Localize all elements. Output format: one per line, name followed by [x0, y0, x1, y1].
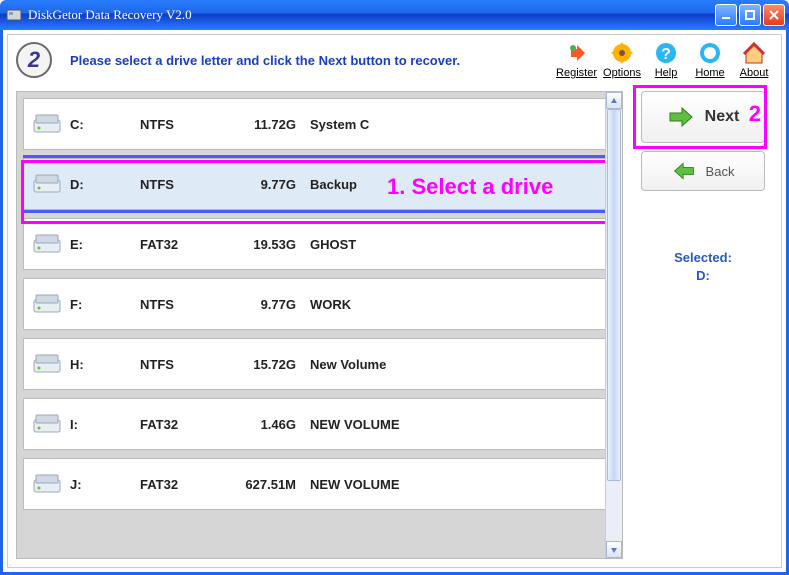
header-row: 2 Please select a drive letter and click…	[16, 41, 773, 79]
drive-row-h[interactable]: H:NTFS15.72GNew Volume	[23, 338, 606, 390]
help-icon: ?	[654, 41, 678, 65]
step-number: 2	[28, 47, 40, 73]
arrow-left-icon	[672, 159, 696, 183]
instruction-text: Please select a drive letter and click t…	[70, 53, 460, 68]
toolbar-home[interactable]: Home	[691, 41, 729, 79]
drive-letter: F:	[70, 297, 140, 312]
toolbar-help[interactable]: ? Help	[647, 41, 685, 79]
close-button[interactable]	[763, 4, 785, 26]
drive-icon	[30, 233, 64, 255]
maximize-button[interactable]	[739, 4, 761, 26]
drive-letter: E:	[70, 237, 140, 252]
drive-row-i[interactable]: I:FAT321.46GNEW VOLUME	[23, 398, 606, 450]
toolbar-register[interactable]: Register	[556, 41, 597, 79]
selected-info: Selected: D:	[674, 249, 732, 285]
toolbar: Register Options? Help Home About	[556, 41, 773, 79]
app-icon	[6, 7, 22, 23]
about-icon	[742, 41, 766, 65]
toolbar-label: Options	[603, 67, 641, 79]
scroll-down-button[interactable]	[606, 541, 622, 558]
toolbar-options[interactable]: Options	[603, 41, 641, 79]
home-icon	[698, 41, 722, 65]
drive-letter: J:	[70, 477, 140, 492]
drive-size: 627.51M	[230, 477, 310, 492]
drive-label: GHOST	[310, 237, 420, 252]
titlebar: DiskGetor Data Recovery V2.0	[0, 0, 789, 30]
drive-icon	[30, 173, 64, 195]
toolbar-label: About	[740, 67, 769, 79]
register-icon	[565, 41, 589, 65]
drive-icon	[30, 113, 64, 135]
drive-row-e[interactable]: E:FAT3219.53GGHOST	[23, 218, 606, 270]
drive-letter: H:	[70, 357, 140, 372]
drive-size: 9.77G	[230, 297, 310, 312]
minimize-button[interactable]	[715, 4, 737, 26]
scrollbar[interactable]	[605, 92, 622, 558]
toolbar-about[interactable]: About	[735, 41, 773, 79]
toolbar-label: Home	[695, 67, 724, 79]
back-button-label: Back	[706, 164, 735, 179]
drive-fs: FAT32	[140, 417, 230, 432]
drive-label: NEW VOLUME	[310, 477, 420, 492]
drive-row-j[interactable]: J:FAT32627.51MNEW VOLUME	[23, 458, 606, 510]
drive-size: 9.77G	[230, 177, 310, 192]
scroll-up-button[interactable]	[606, 92, 622, 109]
drive-letter: C:	[70, 117, 140, 132]
drive-label: WORK	[310, 297, 420, 312]
drive-row-c[interactable]: C:NTFS11.72GSystem C	[23, 98, 606, 150]
drive-fs: NTFS	[140, 117, 230, 132]
step-number-icon: 2	[16, 42, 52, 78]
drive-label: System C	[310, 117, 420, 132]
drive-icon	[30, 413, 64, 435]
drive-icon	[30, 353, 64, 375]
drive-row-f[interactable]: F:NTFS9.77GWORK	[23, 278, 606, 330]
drive-list: C:NTFS11.72GSystem CD:NTFS9.77GBackupE:F…	[23, 98, 620, 552]
drive-size: 11.72G	[230, 117, 310, 132]
drive-letter: D:	[70, 177, 140, 192]
drive-label: Backup	[310, 177, 420, 192]
svg-text:?: ?	[661, 46, 671, 63]
toolbar-label: Help	[655, 67, 678, 79]
drive-label: NEW VOLUME	[310, 417, 420, 432]
drive-size: 1.46G	[230, 417, 310, 432]
next-button-label: Next	[705, 108, 740, 126]
scroll-track[interactable]	[606, 109, 622, 541]
drive-letter: I:	[70, 417, 140, 432]
selected-value: D:	[696, 268, 710, 283]
selected-heading: Selected:	[674, 250, 732, 265]
drive-label: New Volume	[310, 357, 420, 372]
drive-fs: NTFS	[140, 297, 230, 312]
drive-fs: NTFS	[140, 357, 230, 372]
drive-pane: C:NTFS11.72GSystem CD:NTFS9.77GBackupE:F…	[16, 91, 623, 559]
drive-fs: FAT32	[140, 477, 230, 492]
options-icon	[610, 41, 634, 65]
drive-icon	[30, 473, 64, 495]
scroll-thumb[interactable]	[607, 109, 621, 481]
drive-fs: NTFS	[140, 177, 230, 192]
drive-size: 15.72G	[230, 357, 310, 372]
drive-size: 19.53G	[230, 237, 310, 252]
drive-icon	[30, 293, 64, 315]
window-title: DiskGetor Data Recovery V2.0	[28, 7, 192, 23]
arrow-right-icon	[667, 103, 695, 131]
right-column: Next 2 Back Selected: D:	[633, 91, 773, 559]
next-button[interactable]: Next	[641, 91, 765, 143]
drive-row-d[interactable]: D:NTFS9.77GBackup	[23, 158, 606, 210]
drive-fs: FAT32	[140, 237, 230, 252]
toolbar-label: Register	[556, 67, 597, 79]
back-button[interactable]: Back	[641, 151, 765, 191]
